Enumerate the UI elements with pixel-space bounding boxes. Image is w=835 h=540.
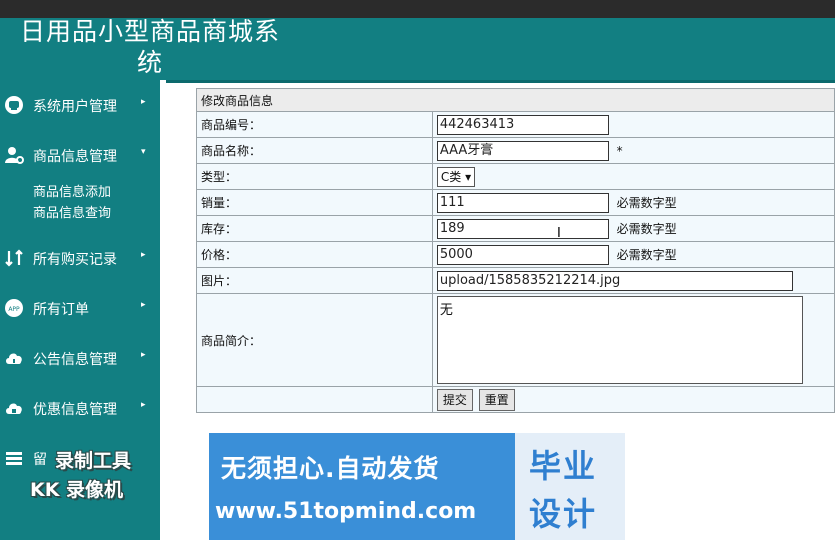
form-row-name: 商品名称： AAA牙膏 *	[196, 137, 835, 164]
stock-input[interactable]: 189	[436, 218, 609, 239]
goods-name-input[interactable]: AAA牙膏	[436, 140, 609, 161]
svg-text:APP: APP	[8, 306, 20, 313]
text-cursor-icon: I	[557, 226, 561, 241]
banner-url: www.51topmind.com	[215, 499, 477, 524]
type-select-value: C类	[440, 169, 462, 184]
edit-goods-form: 修改商品信息 商品编号： 442463413 商品名称： AAA牙膏 * 类型：…	[196, 88, 835, 413]
field-label: 商品简介：	[196, 293, 433, 387]
sales-input[interactable]: 111	[436, 192, 609, 213]
sidebar-item-user-management[interactable]: 系统用户管理 ▸	[0, 90, 160, 120]
arrow-right-icon: ▸	[141, 250, 146, 260]
sidebar-subitem-query-goods[interactable]: 商品信息查询	[33, 202, 111, 221]
intro-textarea[interactable]: 无	[436, 296, 803, 384]
sidebar-item-label: 所有购买记录	[33, 252, 117, 268]
header: 日用品小型商品商城系统	[0, 17, 835, 83]
arrow-right-icon: ▸	[141, 97, 146, 107]
goods-settings-icon	[4, 145, 24, 165]
field-label: 图片：	[196, 267, 433, 294]
type-select[interactable]: C类 ▾	[436, 166, 476, 187]
cloud-icon	[4, 348, 24, 368]
app-title: 日用品小型商品商城系统	[19, 17, 280, 77]
form-row-actions: 提交 重置	[196, 386, 835, 413]
sidebar-item-label: 商品信息管理	[33, 149, 117, 165]
form-row-price: 价格： 5000 必需数字型	[196, 241, 835, 268]
field-label: 销量：	[196, 189, 433, 216]
banner-slogan: 无须担心.自动发货	[221, 454, 440, 483]
sidebar-item-label: 系统用户管理	[33, 99, 117, 115]
reset-button[interactable]: 重置	[478, 388, 515, 411]
required-mark: *	[616, 143, 623, 158]
stack-icon	[4, 448, 24, 468]
sidebar-item-label: 所有订单	[33, 302, 89, 318]
lock-icon	[4, 398, 24, 418]
sidebar-item-discount-management[interactable]: 优惠信息管理 ▸	[0, 393, 160, 423]
form-row-sales: 销量： 111 必需数字型	[196, 189, 835, 216]
ad-banner[interactable]: 无须担心.自动发货 www.51topmind.com 毕业 设计	[209, 433, 625, 540]
arrow-right-icon: ▸	[141, 300, 146, 310]
sidebar-item-all-orders[interactable]: APP 所有订单 ▸	[0, 293, 160, 323]
goods-code-input[interactable]: 442463413	[436, 114, 609, 135]
numeric-hint: 必需数字型	[616, 222, 677, 236]
field-label: 商品编号：	[196, 111, 433, 138]
recorder-watermark-line2: KK 录像机	[30, 479, 124, 501]
form-row-type: 类型： C类 ▾	[196, 163, 835, 190]
sidebar-item-goods-management[interactable]: 商品信息管理 ▾	[0, 140, 160, 170]
field-label: 商品名称：	[196, 137, 433, 164]
sidebar-item-label: 优惠信息管理	[33, 402, 117, 418]
sidebar-item-notice-management[interactable]: 公告信息管理 ▸	[0, 343, 160, 373]
banner-badge-line1: 毕业	[529, 447, 598, 485]
submit-button[interactable]: 提交	[436, 388, 473, 411]
form-row-image: 图片： upload/1585835212214.jpg	[196, 267, 835, 294]
numeric-hint: 必需数字型	[616, 248, 677, 262]
sidebar-subitem-add-goods[interactable]: 商品信息添加	[33, 181, 111, 200]
chevron-down-icon: ▾	[465, 169, 472, 184]
numeric-hint: 必需数字型	[616, 196, 677, 210]
image-path-input[interactable]: upload/1585835212214.jpg	[436, 270, 793, 291]
sidebar-item-purchase-records[interactable]: 所有购买记录 ▸	[0, 243, 160, 273]
records-icon	[4, 248, 24, 268]
field-label: 库存：	[196, 215, 433, 242]
form-row-code: 商品编号： 442463413	[196, 111, 835, 138]
form-row-intro: 商品简介： 无	[196, 293, 835, 387]
arrow-right-icon: ▸	[141, 400, 146, 410]
banner-badge-line2: 设计	[529, 495, 598, 533]
price-input[interactable]: 5000	[436, 244, 609, 265]
recorder-watermark-line1: 录制工具	[55, 450, 132, 472]
user-icon	[4, 95, 24, 115]
field-label: 价格：	[196, 241, 433, 268]
form-caption: 修改商品信息	[196, 88, 835, 112]
sidebar-item-label: 公告信息管理	[33, 352, 117, 368]
sidebar-item-label: 留	[33, 452, 47, 468]
app-icon: APP	[4, 298, 24, 318]
arrow-right-icon: ▸	[141, 350, 146, 360]
field-label: 类型：	[196, 163, 433, 190]
chevron-down-icon: ▾	[141, 147, 146, 157]
form-row-stock: 库存： 189 必需数字型	[196, 215, 835, 242]
